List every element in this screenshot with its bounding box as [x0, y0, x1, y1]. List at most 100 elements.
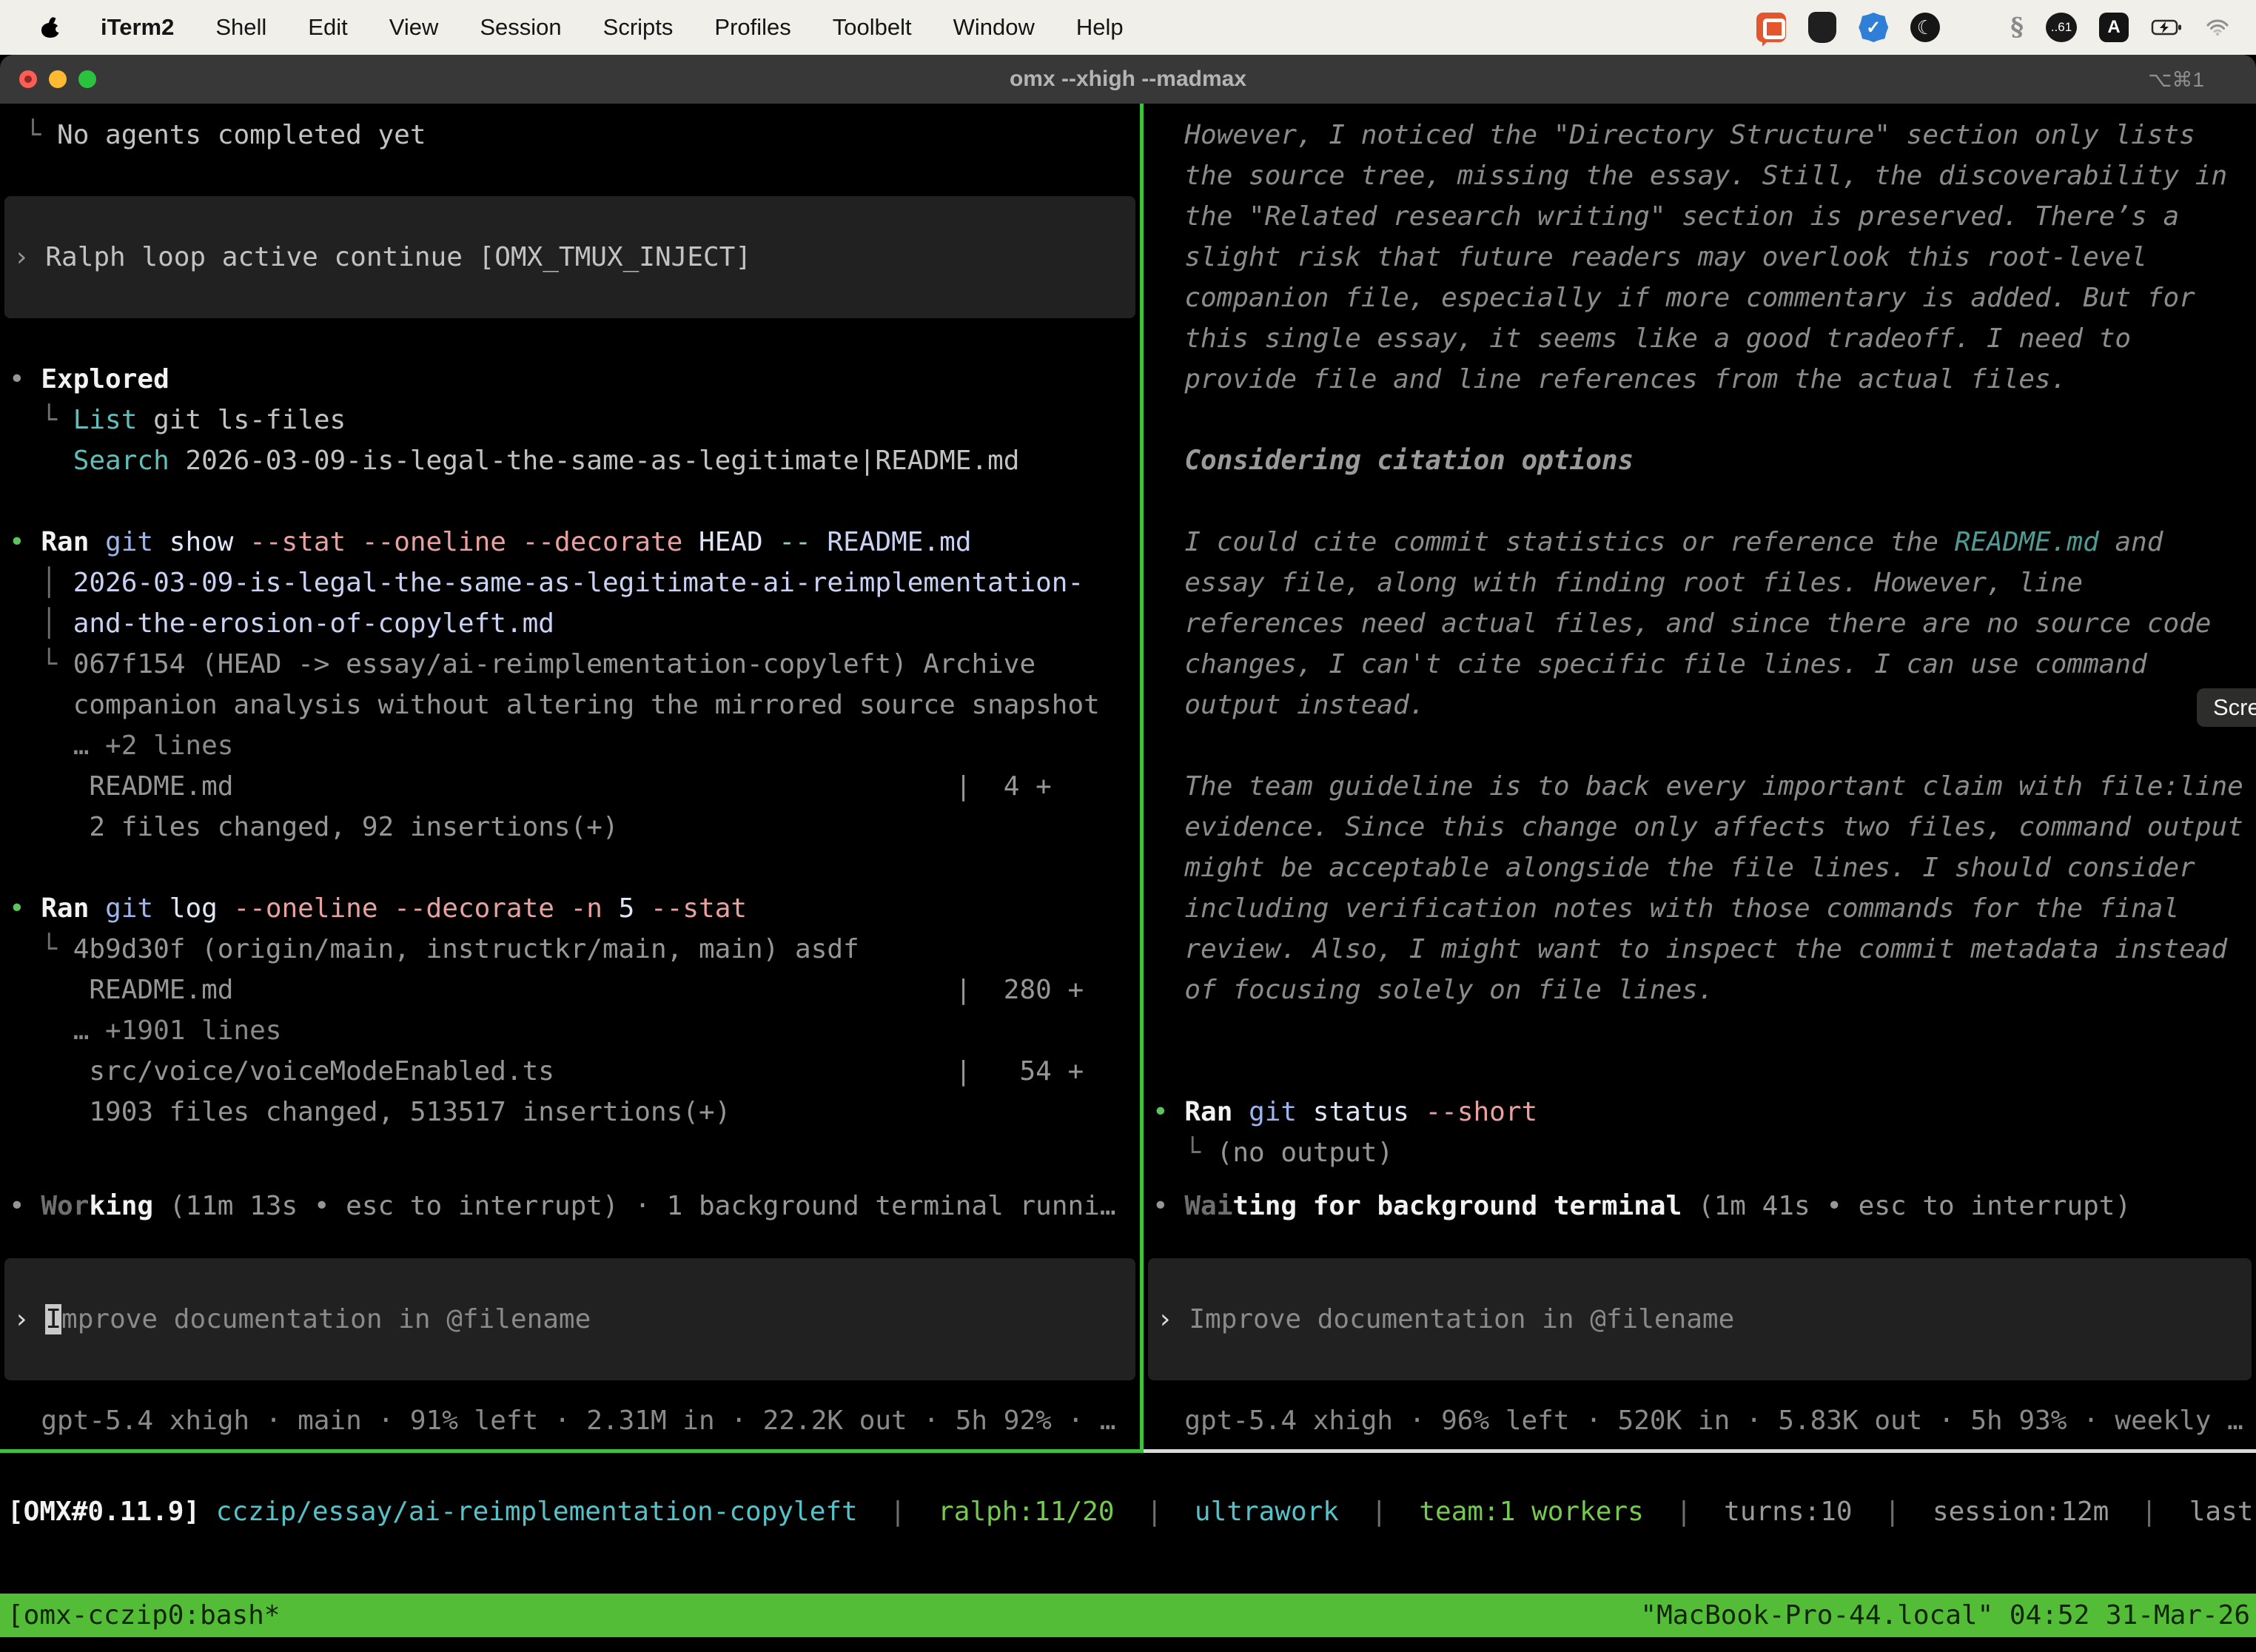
right-prompt-input[interactable]: › Improve documentation in @filename — [1148, 1258, 2252, 1380]
text-segment: including verification notes with those … — [1152, 893, 2179, 924]
text-segment: • — [1152, 1097, 1184, 1127]
text-segment: the source tree, missing the essay. Stil… — [1152, 161, 2227, 191]
text-segment: Ran — [41, 527, 105, 557]
apple-menu-icon[interactable] — [41, 17, 59, 38]
text-segment: 1903 files changed, 513517 insertions(+) — [9, 1097, 731, 1127]
text-segment: git — [105, 527, 169, 557]
terminal-line: … +1901 lines — [0, 1010, 1140, 1051]
text-segment: Ran — [41, 893, 105, 924]
terminal-line: this single essay, it seems like a good … — [1144, 318, 2256, 359]
text-segment: --oneline --decorate — [233, 893, 570, 924]
text-segment: No agents completed yet — [57, 120, 426, 150]
text-segment: › — [13, 242, 45, 272]
text-segment: and-the-erosion-of-copyleft.md — [73, 608, 554, 639]
text-segment: 5 — [619, 893, 651, 924]
text-segment: Explored — [41, 364, 169, 394]
working-status-line: • Working (11m 13s • esc to interrupt) ·… — [0, 1186, 1140, 1226]
terminal-line: └ 4b9d30f (origin/main, instructkr/main,… — [0, 929, 1140, 970]
dots-grid-icon[interactable] — [1962, 15, 1988, 41]
terminal-line: However, I noticed the "Directory Struct… — [1144, 115, 2256, 155]
status-icons: ✓ ☾ § ..61 A — [1756, 12, 2256, 43]
left-pane-scrollback: └ No agents completed yet › Ralph loop ac… — [0, 115, 1140, 1132]
terminal-line: the source tree, missing the essay. Stil… — [1144, 155, 2256, 196]
text-segment: └ — [9, 934, 73, 964]
text-segment: › — [13, 1304, 45, 1334]
text-segment: | — [1853, 1497, 1933, 1527]
text-segment: (1m 41s • esc to interrupt) — [1682, 1191, 2131, 1221]
menu-item-edit[interactable]: Edit — [308, 14, 347, 41]
menu-item-window[interactable]: Window — [953, 14, 1035, 41]
screen-recording-chip-label: Scre — [2213, 694, 2256, 721]
text-segment: I could cite commit statistics or refere… — [1152, 527, 1955, 557]
text-segment: git ls-files — [137, 405, 346, 435]
terminal-line: The team guideline is to back every impo… — [1144, 766, 2256, 807]
text-segment: └ — [1152, 1138, 1217, 1168]
left-prompt-input[interactable]: › Improve documentation in @filename — [4, 1258, 1135, 1380]
terminal-line: • Ran git status --short — [1144, 1092, 2256, 1132]
terminal-line: review. Also, I might want to inspect th… — [1144, 929, 2256, 970]
wifi-icon[interactable] — [2206, 19, 2229, 36]
battery-charging-icon[interactable] — [2151, 19, 2183, 36]
text-segment: git — [1249, 1097, 1313, 1127]
text-segment: | — [858, 1497, 938, 1527]
text-segment: might be acceptable alongside the file l… — [1152, 853, 2195, 883]
menu-item-scripts[interactable]: Scripts — [603, 14, 674, 41]
terminal-line: the "Related research writing" section i… — [1144, 196, 2256, 237]
text-segment: Search — [73, 446, 169, 476]
text-segment: this single essay, it seems like a good … — [1152, 323, 2131, 354]
menu-item-iterm2[interactable]: iTerm2 — [101, 14, 174, 41]
badge-61-icon[interactable]: ..61 — [2046, 13, 2077, 42]
text-segment: ultrawork — [1195, 1497, 1339, 1527]
screen-recording-chip[interactable]: Scre — [2197, 688, 2256, 727]
queued-message-box[interactable]: › Ralph loop active continue [OMX_TMUX_I… — [4, 196, 1135, 318]
terminal-line: output instead. — [1144, 685, 2256, 725]
text-segment: show — [169, 527, 249, 557]
text-segment: companion analysis without altering the … — [9, 690, 1100, 720]
terminal-line: essay file, along with finding root file… — [1144, 563, 2256, 603]
left-pane: └ No agents completed yet › Ralph loop ac… — [0, 104, 1140, 1449]
menu-item-view[interactable]: View — [389, 14, 439, 41]
text-segment: However, I noticed the "Directory Struct… — [1152, 120, 2195, 150]
text-segment: (11m 13s • esc to interrupt) · 1 backgro… — [153, 1191, 1115, 1221]
text-segment: ting for background terminal — [1232, 1191, 1682, 1221]
text-segment: evidence. Since this change only affects… — [1152, 812, 2243, 842]
right-pane-scrollback: However, I noticed the "Directory Struct… — [1144, 115, 2256, 1173]
menu-item-help[interactable]: Help — [1076, 14, 1124, 41]
terminal-line — [1144, 481, 2256, 522]
terminal-line: └ List git ls-files — [0, 400, 1140, 440]
terminal-line: src/voice/voiceModeEnabled.ts | 54 + — [0, 1051, 1140, 1092]
terminal-line: README.md | 280 + — [0, 970, 1140, 1010]
chat-icon[interactable] — [1756, 13, 1786, 42]
menu-item-profiles[interactable]: Profiles — [714, 14, 790, 41]
terminal-line: Considering citation options — [1144, 440, 2256, 481]
text-segment: Wor — [41, 1191, 89, 1221]
text-segment: | — [2109, 1497, 2189, 1527]
shield-grid-icon[interactable] — [1808, 12, 1836, 43]
verified-badge-icon[interactable]: ✓ — [1859, 13, 1888, 42]
terminal-line: 1903 files changed, 513517 insertions(+) — [0, 1092, 1140, 1132]
menu-item-session[interactable]: Session — [480, 14, 561, 41]
text-segment: 067f154 (HEAD -> essay/ai-reimplementati… — [73, 649, 1035, 679]
letter-a-icon[interactable]: A — [2099, 13, 2129, 42]
text-segment: last:5m ago — [2189, 1497, 2256, 1527]
text-segment: List — [73, 405, 138, 435]
text-segment: --short — [1425, 1097, 1537, 1127]
text-segment: references need actual files, and since … — [1152, 608, 2211, 639]
terminal-line: … +2 lines — [0, 725, 1140, 766]
text-segment: • — [9, 893, 41, 924]
seahorse-icon[interactable]: § — [2010, 13, 2024, 42]
menu-item-toolbelt[interactable]: Toolbelt — [833, 14, 912, 41]
menu-item-shell[interactable]: Shell — [215, 14, 266, 41]
text-segment: Ralph loop active continue [OMX_TMUX_INJ… — [45, 242, 751, 272]
terminal-line: • Ran git log --oneline --decorate -n 5 … — [0, 888, 1140, 929]
window-title-bar: omx --xhigh --madmax ⌥⌘1 — [0, 55, 2256, 104]
terminal-line — [1144, 725, 2256, 766]
text-segment: companion file, especially if more comme… — [1152, 283, 2195, 313]
text-segment: Wai — [1184, 1191, 1232, 1221]
text-segment: gpt-5.4 xhigh · 96% left · 520K in · 5.8… — [1152, 1406, 2243, 1436]
macos-menu-bar: iTerm2 Shell Edit View Session Scripts Profile… — [0, 0, 2256, 55]
moon-circle-icon[interactable]: ☾ — [1910, 13, 1940, 42]
pane-bottom-separator — [0, 1449, 2256, 1453]
tmux-session-label: [omx-cczip0:bash* — [0, 1600, 280, 1631]
text-segment: › — [1157, 1304, 1189, 1334]
